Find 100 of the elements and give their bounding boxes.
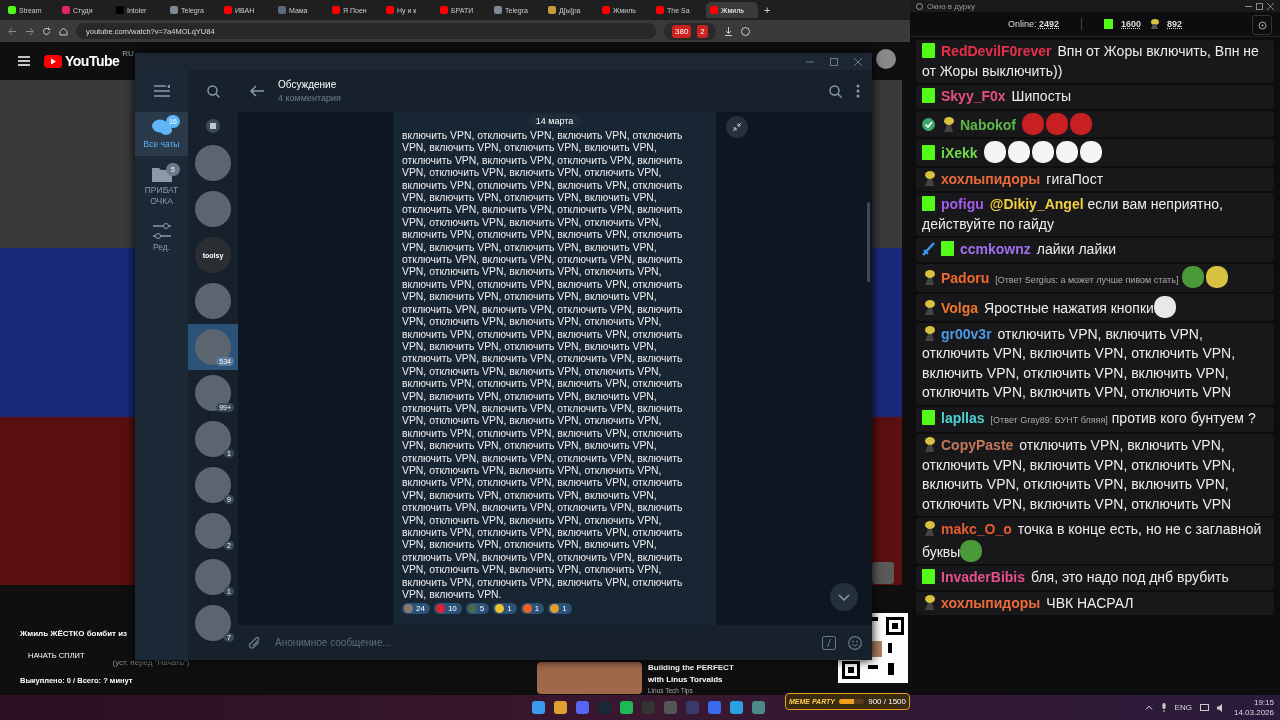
chevron-down-icon	[838, 593, 850, 601]
figure-badge-icon	[922, 170, 935, 186]
kick-viewer-count: 1600	[1121, 19, 1142, 29]
tab-favicon-icon	[332, 6, 340, 14]
online-count: Online: 2492	[1007, 19, 1059, 29]
sliders-icon	[152, 223, 171, 239]
tab-favicon-icon	[278, 6, 286, 14]
tab-favicon-icon	[116, 6, 124, 14]
emote-icon	[1206, 265, 1229, 288]
emote-icon	[1031, 141, 1054, 163]
emoji-icon	[848, 635, 862, 650]
check-badge-icon	[922, 116, 935, 132]
chat-message: ccmkownz лайки лайки	[916, 238, 1274, 262]
back-arrow-icon	[250, 85, 264, 97]
chat-message: lapllas [Ответ Gray89: БУНТ бляяя] против кого бунтуем ?	[916, 406, 1274, 432]
recommended-title[interactable]: Building the PERFECT with Linus Torvalds	[648, 662, 740, 686]
profile-icon	[740, 26, 750, 36]
sword-badge-icon	[922, 241, 935, 256]
taskbar-app-icon[interactable]	[730, 701, 743, 714]
emote-icon	[1070, 112, 1092, 135]
figure-badge-icon	[922, 594, 935, 610]
language-indicator[interactable]: ENG	[1174, 703, 1192, 712]
folder-icon	[151, 166, 172, 182]
settings-icon	[1257, 20, 1267, 30]
chat-title: Обсуждение	[278, 79, 338, 90]
tab-favicon-icon	[494, 6, 502, 14]
figure-badge-icon	[922, 437, 935, 452]
clock[interactable]: 19:15 14.03.2026	[1233, 697, 1274, 718]
emote-icon	[1079, 141, 1102, 163]
settings-button[interactable]	[1252, 15, 1272, 35]
tab-favicon-icon	[548, 6, 556, 14]
chevron-up-icon	[1144, 705, 1153, 710]
chat-message: CopyPaste отключить VPN, включить VPN, отключить VPN, включить VPN, отключить VPN, включить VPN, отключить VPN, включить VPN, отключить VPN, включить VPN, отключить VPN	[916, 434, 1274, 516]
reaction-chip[interactable]: 1	[493, 603, 517, 615]
extension-badge[interactable]: 380	[672, 24, 692, 38]
chat-subtitle: 4 комментария	[278, 93, 342, 103]
progress-text: 900 / 1500	[868, 696, 906, 707]
tab-favicon-icon	[8, 6, 16, 14]
taskbar-app-icon[interactable]	[620, 701, 633, 714]
message-text: включить VPN, отключить VPN, включить VPN, отключить VPN, включить VPN, отключить VPN, включить VPN, отключить VPN, включить VPN, отключить VPN, включить VPN, отключить VPN, включить VPN, отключить VPN, включить VPN, отключить VPN, включить VPN, отключить VPN, включить VPN, отключить VPN, включить VPN, отключить VPN, включить VPN, отключить VPN, включить VPN, отключить VPN, включить VPN, отключить VPN, включить VPN, отключить VPN, включить VPN, отключить VPN, включить VPN, отключить VPN, включить VPN, отключить VPN, включить VPN, отключить VPN, включить VPN, отключить VPN, включить VPN, отключить VPN, включить VPN, отключить VPN, включить VPN, отключить VPN, включить VPN, отключить VPN, включить VPN, отключить VPN, включить VPN, отключить VPN, включить VPN, отключить VPN, включить VPN, отключить VPN, включить VPN, отключить VPN, включить VPN, отключить VPN, включить VPN, отключить VPN, включить VPN, отключить VPN, включить VPN, отключить VPN, включить VPN, отключить VPN, включить VPN, отключить VPN, включить VPN, отключить VPN, включить VPN, отключить VPN, включить VPN, отключить VPN, включить VPN, отключить VPN, включить VPN, отключить VPN, включить VPN, отключить VPN, включить VPN, отключить VPN, включить VPN, отключить VPN, включить VPN, отключить VPN, включить VPN, отключить VPN, включить VPN, отключить VPN, включить VPN, отключить VPN, включить VPN, отключить VPN, включить VPN, отключить VPN, включить VPN, отключить VPN, включить VPN, отключить VPN, включить VPN, отключить VPN, включить VPN, отключить VPN, включить VPN, отключить VPN, включить VPN, отключить VPN, включить VPN, отключить VPN, включить VPN, отключить VPN, включить VPN, отключить VPN, включить VPN, отключить VPN, включить VPN, отключить VPN, включить VPN, отключить VPN, включить VPN, отключить VPN, включить VPN, отключить VPN, включить VPN, отключить VPN, включить VPN, отключить VPN, включить VPN.	[402, 130, 684, 602]
tab-favicon-icon	[62, 6, 70, 14]
reaction-chip[interactable]: 1	[548, 603, 572, 615]
emote-icon	[1046, 112, 1068, 135]
figure-badge-icon	[941, 116, 954, 132]
monitor-icon	[1199, 703, 1209, 712]
menu-icon	[18, 56, 30, 66]
figure-badge-icon	[922, 300, 935, 315]
new-tab-button[interactable]: +	[760, 4, 775, 16]
message-input[interactable]: Анонимное сообщение...	[273, 636, 810, 649]
region-label: RU	[122, 49, 134, 58]
reload-icon	[42, 26, 51, 36]
tab-favicon-icon	[710, 6, 718, 14]
reaction-chip[interactable]: 10	[433, 603, 462, 615]
tab-favicon-icon	[170, 6, 178, 14]
archive-icon	[206, 119, 220, 133]
extension-badge[interactable]: 2	[697, 24, 708, 38]
figure-badge-icon	[922, 521, 935, 536]
scroll-down-button[interactable]	[830, 583, 858, 611]
tab-favicon-icon	[386, 6, 394, 14]
chat-message: pofigu @Dikiy_Angel если вам неприятно, действуйте по гайду	[916, 193, 1274, 236]
more-icon	[856, 84, 860, 98]
app-icon	[916, 2, 923, 10]
window-title: Окно в дурку	[927, 1, 975, 11]
maximize-icon	[1256, 2, 1263, 10]
microphone-icon	[1160, 703, 1167, 712]
date-badge: 14 марта	[527, 114, 582, 128]
chat-message: gr00v3r отключить VPN, включить VPN, отключить VPN, включить VPN, отключить VPN, включить VPN, отключить VPN, включить VPN, отключить VPN, включить VPN, отключить VPN	[916, 322, 1274, 405]
maximize-icon	[830, 57, 838, 66]
chat-message: iXekk	[916, 139, 1274, 166]
emote-icon	[1022, 112, 1044, 135]
play-logo-icon	[44, 54, 62, 68]
tab-favicon-icon	[656, 6, 664, 14]
figure-icon	[1149, 19, 1160, 29]
emote-icon	[1153, 296, 1176, 318]
emote-icon	[1055, 141, 1078, 163]
taskbar-app-icon[interactable]	[664, 701, 677, 714]
taskbar-app-icon[interactable]	[532, 701, 545, 714]
chat-message: Padoru [Ответ Sergius: а может лучше пивом стать]	[916, 263, 1274, 292]
forward-icon	[25, 26, 34, 36]
paperclip-icon	[248, 635, 261, 650]
avatar-circle[interactable]	[876, 49, 896, 69]
reaction-chip[interactable]: 24	[402, 603, 430, 615]
chat-message: InvaderBibis бля, это надо под днб врубить	[916, 566, 1274, 590]
taskbar-app-icon[interactable]	[708, 701, 721, 714]
chat-message: RedDevilF0rever Впн от Жоры включить, Впн не от Жоры выключить))	[916, 40, 1274, 83]
close-icon	[1267, 2, 1274, 10]
folder-tab[interactable]: Ред.	[135, 217, 188, 259]
taskbar-app-icon[interactable]	[752, 701, 765, 714]
chat-message: хохлыпидоры гигаПост	[916, 167, 1274, 191]
split-hint: (уст. перед "Начать")	[112, 658, 190, 667]
reaction-chip[interactable]: 1	[520, 603, 545, 615]
taskbar-app-icon[interactable]	[576, 701, 589, 714]
chat-message: Volga Яростные нажатия кнопки	[916, 294, 1274, 321]
taskbar-app-icon[interactable]	[554, 701, 567, 714]
reaction-chip[interactable]: 5	[465, 603, 490, 615]
video-thumbnail[interactable]	[537, 662, 642, 694]
collapse-button[interactable]	[726, 116, 748, 138]
tab-favicon-icon	[602, 6, 610, 14]
emote-icon	[1007, 141, 1030, 163]
search-icon	[829, 84, 842, 98]
